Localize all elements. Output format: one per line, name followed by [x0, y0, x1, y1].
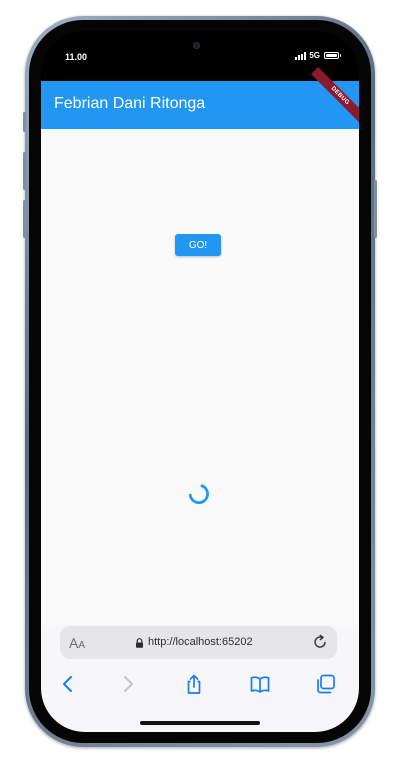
forward-icon[interactable]: [117, 673, 139, 695]
url-text: http://localhost:65202: [148, 636, 253, 648]
side-button-mute: [23, 112, 26, 132]
network-label: 5G: [309, 51, 320, 60]
front-camera: [193, 42, 200, 49]
go-button[interactable]: GO!: [175, 234, 221, 256]
reload-icon[interactable]: [312, 634, 328, 650]
status-time: 11.00: [65, 52, 88, 62]
side-button-volume-down: [23, 200, 26, 238]
browser-bar: AA http://localhost:65202: [41, 625, 359, 732]
text-size-button[interactable]: AA: [69, 635, 85, 651]
tabs-icon[interactable]: [315, 673, 337, 695]
phone-screen: 11.00 5G Febrian Dani Ritonga DEBUG GO! …: [41, 31, 359, 732]
status-indicators: 5G: [295, 51, 341, 60]
main-content: GO!: [41, 129, 359, 625]
share-icon[interactable]: [183, 673, 205, 695]
side-button-power: [374, 180, 377, 238]
app-bar: Febrian Dani Ritonga DEBUG: [41, 67, 359, 129]
text-size-small-label: A: [78, 640, 86, 651]
home-indicator[interactable]: [140, 721, 260, 725]
side-button-volume-up: [23, 152, 26, 190]
signal-icon: [295, 51, 307, 60]
text-size-big-label: A: [69, 635, 79, 651]
address-bar[interactable]: AA http://localhost:65202: [60, 626, 337, 659]
app-title: Febrian Dani Ritonga: [54, 95, 206, 112]
bookmarks-icon[interactable]: [249, 673, 271, 695]
battery-icon: [324, 52, 341, 59]
lock-icon: [136, 638, 143, 648]
back-icon[interactable]: [57, 673, 79, 695]
loading-spinner: [188, 484, 209, 505]
